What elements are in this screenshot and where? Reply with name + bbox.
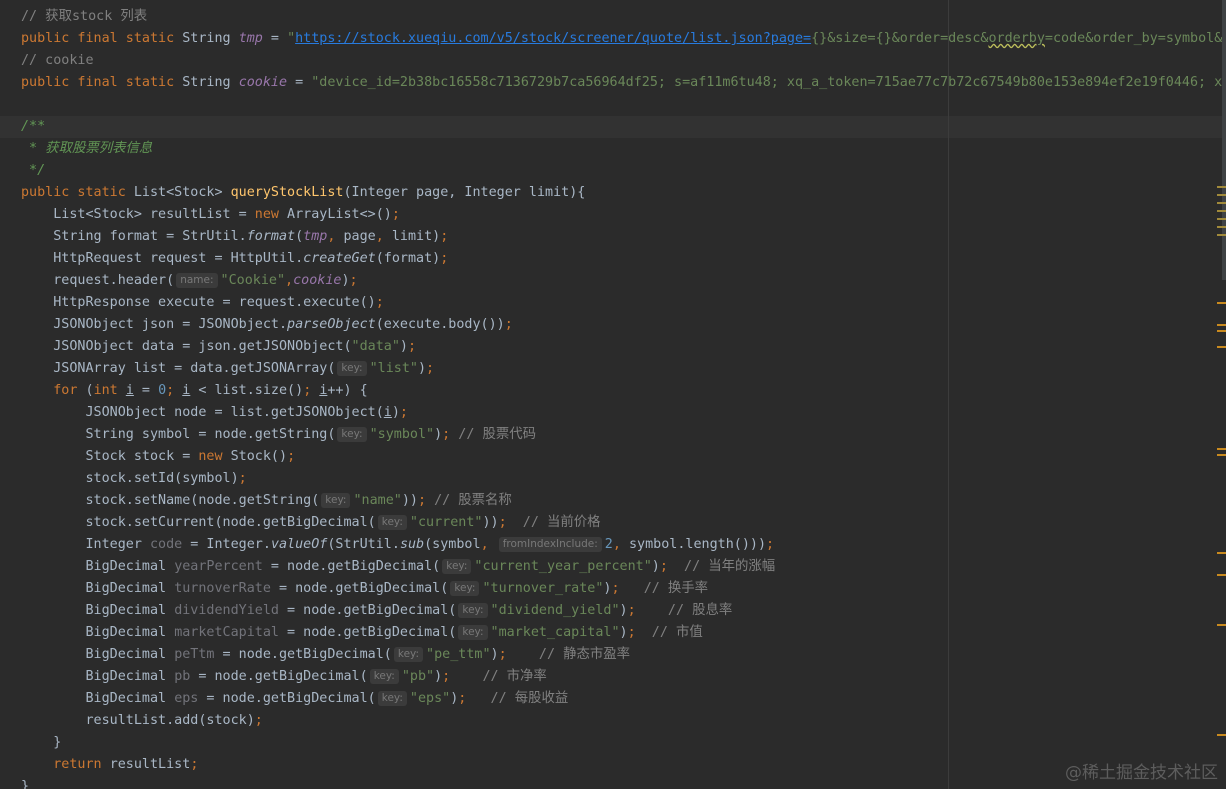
marker[interactable] [1217, 574, 1226, 576]
comment: // 获取stock 列表 [21, 9, 148, 24]
code-line[interactable]: BigDecimal peTtm = node.getBigDecimal(ke… [21, 644, 1226, 666]
code-line-current[interactable]: /** [0, 116, 1226, 138]
param-hint: key: [393, 647, 424, 662]
marker[interactable] [1217, 448, 1226, 450]
code-line[interactable]: BigDecimal yearPercent = node.getBigDeci… [21, 556, 1226, 578]
param-hint: key: [450, 581, 480, 596]
right-margin-guide [948, 0, 949, 789]
code-line[interactable]: BigDecimal marketCapital = node.getBigDe… [21, 622, 1226, 644]
code-line[interactable]: public static List<Stock> queryStockList… [21, 182, 1226, 204]
code-line[interactable]: resultList.add(stock); [21, 710, 1226, 732]
marker[interactable] [1217, 624, 1226, 626]
param-hint: key: [458, 625, 488, 640]
code-line[interactable]: HttpResponse execute = request.execute()… [21, 292, 1226, 314]
code-line[interactable]: JSONArray list = data.getJSONArray(key: "… [21, 358, 1226, 380]
code-line[interactable]: stock.setId(symbol); [21, 468, 1226, 490]
code-line[interactable]: JSONObject data = json.getJSONObject("da… [21, 336, 1226, 358]
code-line[interactable]: Stock stock = new Stock(); [21, 446, 1226, 468]
param-hint: key: [337, 361, 367, 376]
code-line[interactable]: String format = StrUtil.format(tmp, page… [21, 226, 1226, 248]
code-line[interactable]: * 获取股票列表信息 [21, 138, 1226, 160]
marker[interactable] [1217, 218, 1226, 220]
marker[interactable] [1217, 202, 1226, 204]
code-line[interactable]: List<Stock> resultList = new ArrayList<>… [21, 204, 1226, 226]
code-line[interactable]: for (int i = 0; i < list.size(); i++) { [21, 380, 1226, 402]
code-editor[interactable]: // 获取stock 列表 public final static String… [0, 0, 1226, 789]
code-line[interactable]: stock.setName(node.getString(key: "name")… [21, 490, 1226, 512]
code-line[interactable]: Integer code = Integer.valueOf(StrUtil.s… [21, 534, 1226, 556]
code-line[interactable]: } [21, 732, 1226, 754]
param-hint: key: [337, 427, 367, 442]
param-hint: key: [442, 559, 472, 574]
marker[interactable] [1217, 330, 1226, 332]
code-line[interactable]: BigDecimal pb = node.getBigDecimal(key: "… [21, 666, 1226, 688]
error-stripe[interactable] [1217, 0, 1226, 789]
code-line[interactable]: String symbol = node.getString(key: "symb… [21, 424, 1226, 446]
code-line[interactable]: JSONObject node = list.getJSONObject(i); [21, 402, 1226, 424]
marker[interactable] [1217, 226, 1226, 228]
marker[interactable] [1217, 324, 1226, 326]
code-line[interactable]: public final static String cookie = "dev… [21, 72, 1226, 94]
code-line[interactable]: // 获取stock 列表 [21, 6, 1226, 28]
code-line[interactable]: } [21, 776, 1226, 789]
param-hint: key: [369, 669, 399, 684]
param-hint: name: [176, 273, 218, 288]
code-line[interactable]: HttpRequest request = HttpUtil.createGet… [21, 248, 1226, 270]
param-hint: key: [377, 691, 407, 706]
marker[interactable] [1217, 194, 1226, 196]
marker[interactable] [1217, 302, 1226, 304]
param-hint: key: [377, 515, 407, 530]
param-hint: key: [321, 493, 351, 508]
watermark: @稀土掘金技术社区 [1065, 763, 1218, 783]
code-line[interactable]: public final static String tmp = "https:… [21, 28, 1226, 50]
marker[interactable] [1217, 210, 1226, 212]
marker[interactable] [1217, 552, 1226, 554]
code-line[interactable]: BigDecimal turnoverRate = node.getBigDec… [21, 578, 1226, 600]
code-line[interactable]: // cookie [21, 50, 1226, 72]
code-line[interactable]: request.header(name: "Cookie",cookie); [21, 270, 1226, 292]
code-line[interactable]: BigDecimal eps = node.getBigDecimal(key:… [21, 688, 1226, 710]
marker[interactable] [1217, 234, 1226, 236]
cookie-string: "device_id=2b38bc16558c7136729b7ca56964d… [311, 75, 1226, 90]
code-area[interactable]: // 获取stock 列表 public final static String… [0, 6, 1226, 789]
code-line[interactable] [21, 94, 1226, 116]
url-link[interactable]: https://stock.xueqiu.com/v5/stock/screen… [295, 31, 811, 46]
param-hint: fromIndexInclude: [498, 537, 602, 552]
code-line[interactable]: stock.setCurrent(node.getBigDecimal(key:… [21, 512, 1226, 534]
code-line[interactable]: BigDecimal dividendYield = node.getBigDe… [21, 600, 1226, 622]
code-line[interactable]: return resultList; [21, 754, 1226, 776]
marker[interactable] [1217, 454, 1226, 456]
param-hint: key: [458, 603, 488, 618]
code-line[interactable]: */ [21, 160, 1226, 182]
code-line[interactable]: JSONObject json = JSONObject.parseObject… [21, 314, 1226, 336]
marker[interactable] [1217, 186, 1226, 188]
marker[interactable] [1217, 734, 1226, 736]
marker[interactable] [1217, 346, 1226, 348]
comment: // cookie [21, 53, 94, 68]
